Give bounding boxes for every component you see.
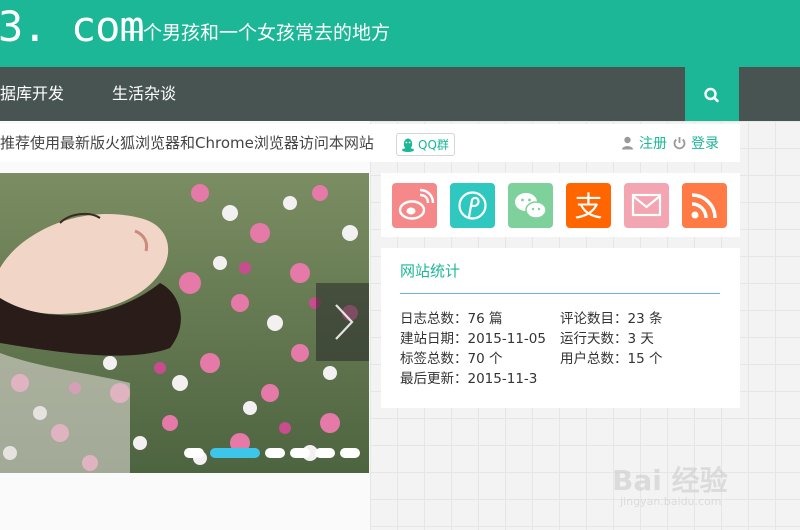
stat-running-days: 运行天数：3 天 bbox=[560, 331, 654, 347]
slider-dot[interactable] bbox=[340, 448, 360, 458]
weibo-icon bbox=[398, 188, 435, 220]
site-logo[interactable]: 3. com bbox=[0, 2, 145, 52]
stats-divider bbox=[400, 293, 720, 294]
browser-notice: 推荐使用最新版火狐浏览器和Chrome浏览器访问本网站 bbox=[0, 134, 374, 152]
search-button[interactable] bbox=[685, 67, 739, 121]
stat-last-update: 最后更新：2015-11-3 bbox=[400, 371, 538, 387]
social-links-panel: 支 bbox=[381, 173, 740, 237]
stat-comment-count: 评论数目：23 条 bbox=[560, 311, 663, 327]
power-icon bbox=[673, 137, 686, 150]
rss-button[interactable] bbox=[682, 183, 727, 228]
site-slogan: 一个男孩和一个女孩常去的地方 bbox=[124, 22, 391, 44]
stat-founded-date: 建站日期：2015-11-05 bbox=[400, 331, 546, 347]
wechat-icon bbox=[515, 193, 547, 219]
notice-bar: 推荐使用最新版火狐浏览器和Chrome浏览器访问本网站 QQ群 注册 登录 bbox=[0, 124, 740, 162]
slider-dot-active[interactable] bbox=[210, 448, 260, 458]
nav-item-life-talk[interactable]: 生活杂谈 bbox=[112, 67, 176, 121]
svg-text:支: 支 bbox=[574, 190, 602, 223]
register-label: 注册 bbox=[639, 136, 667, 152]
login-link[interactable]: 登录 bbox=[673, 124, 719, 162]
search-icon bbox=[704, 87, 719, 103]
chevron-right-icon bbox=[335, 304, 354, 340]
site-stats-panel: 网站统计 日志总数：76 篇 评论数目：23 条 建站日期：2015-11-05… bbox=[381, 248, 740, 408]
alipay-button[interactable]: 支 bbox=[566, 183, 611, 228]
qq-group-label: QQ群 bbox=[418, 138, 449, 152]
watermark-url: jingyan.baidu.com bbox=[620, 495, 722, 508]
stat-post-count: 日志总数：76 篇 bbox=[400, 311, 503, 327]
stat-tag-count: 标签总数：70 个 bbox=[400, 351, 503, 367]
nav-item-database-dev[interactable]: 数据库开发 bbox=[0, 67, 64, 121]
pinterest-icon bbox=[458, 191, 487, 220]
login-label: 登录 bbox=[691, 136, 719, 152]
qq-penguin-icon bbox=[402, 138, 414, 152]
site-header: 3. com 一个男孩和一个女孩常去的地方 bbox=[0, 0, 800, 67]
slider-dot[interactable] bbox=[290, 448, 310, 458]
image-slider[interactable] bbox=[0, 173, 369, 473]
envelope-icon bbox=[631, 193, 662, 217]
user-icon bbox=[622, 136, 633, 150]
rss-icon bbox=[691, 193, 717, 219]
slider-dot[interactable] bbox=[184, 448, 204, 458]
slider-photo bbox=[0, 173, 369, 473]
baidu-jingyan-watermark: Bai 经验 jingyan.baidu.com bbox=[612, 445, 762, 515]
qq-group-button[interactable]: QQ群 bbox=[396, 133, 455, 156]
wechat-button[interactable] bbox=[508, 183, 553, 228]
register-link[interactable]: 注册 bbox=[621, 124, 667, 162]
slider-dot[interactable] bbox=[315, 448, 335, 458]
stats-title: 网站统计 bbox=[400, 262, 461, 280]
slider-next-button[interactable] bbox=[316, 283, 369, 361]
pinterest-button[interactable] bbox=[450, 183, 495, 228]
main-nav: 数据库开发 生活杂谈 bbox=[0, 67, 800, 121]
stat-user-count: 用户总数：15 个 bbox=[560, 351, 663, 367]
alipay-icon: 支 bbox=[574, 190, 602, 223]
email-button[interactable] bbox=[624, 183, 669, 228]
watermark-text: Bai 经验 bbox=[612, 464, 728, 497]
weibo-button[interactable] bbox=[392, 183, 437, 228]
slider-dot[interactable] bbox=[265, 448, 285, 458]
